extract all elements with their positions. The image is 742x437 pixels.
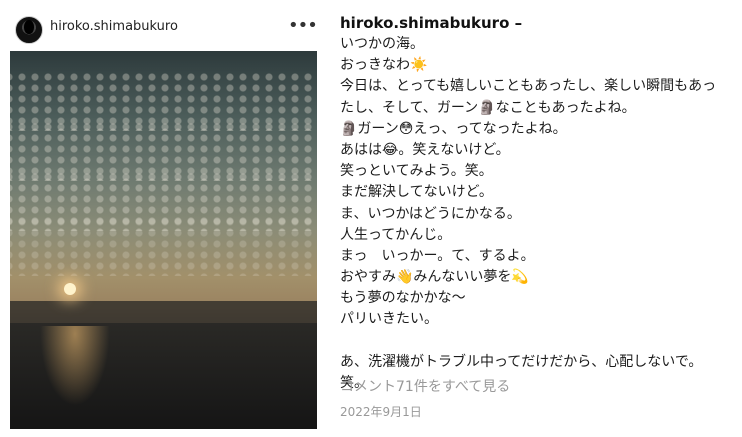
caption-text: いつかの海。 おっきなわ☀️ 今日は、とっても嬉しいこともあったし、楽しい瞬間も… [340, 34, 735, 394]
caption-line: まだ解決してないけど。 [340, 184, 493, 201]
post-photo [10, 51, 317, 429]
caption-username[interactable]: hiroko.shimabukuro – [340, 14, 522, 32]
caption-line: 人生ってかんじ。 [340, 226, 452, 243]
cloud-texture [10, 216, 317, 276]
sun-reflection [40, 326, 110, 406]
caption-line: 笑っといてみよう。笑。 [340, 163, 493, 180]
caption-line: あ、洗濯機がトラブル中ってだけだから、心配しないで。 [340, 353, 703, 370]
caption-line: 今日は、とっても嬉しいこともあったし、楽しい瞬間もあっ [340, 78, 717, 95]
caption-line: たし、そして、ガーン🗿なこともあったよね。 [340, 99, 636, 116]
post-username[interactable]: hiroko.shimabukuro [50, 19, 178, 34]
caption-line: 🗿ガーン😳えっ、ってなったよね。 [340, 120, 567, 137]
post-panel: hiroko.shimabukuro ••• [0, 0, 328, 437]
caption-line: いつかの海。 [340, 36, 424, 52]
more-horizontal-icon[interactable]: ••• [288, 17, 318, 36]
post-date: 2022年9月1日 [340, 405, 422, 419]
view-all-comments-link[interactable]: コメント71件をすべて見る [340, 376, 510, 396]
caption-line: おっきなわ☀️ [340, 57, 428, 74]
caption-line: あはは😂。笑えないけど。 [340, 141, 510, 158]
caption-line [340, 331, 735, 352]
sun [64, 283, 76, 295]
horizon [10, 301, 317, 323]
caption-panel: hiroko.shimabukuro – いつかの海。 おっきなわ☀️ 今日は、… [340, 0, 735, 437]
caption-line: ま、いつかはどうにかなる。 [340, 205, 521, 222]
caption-line: おやすみ👋みんないい夢を💫 [340, 269, 529, 286]
avatar[interactable] [15, 16, 43, 44]
caption-line: まっ いっかー。て、するよ。 [340, 247, 535, 264]
caption-line: もう夢のなかかな〜 [340, 290, 466, 307]
caption-line: パリいきたい。 [340, 311, 438, 328]
